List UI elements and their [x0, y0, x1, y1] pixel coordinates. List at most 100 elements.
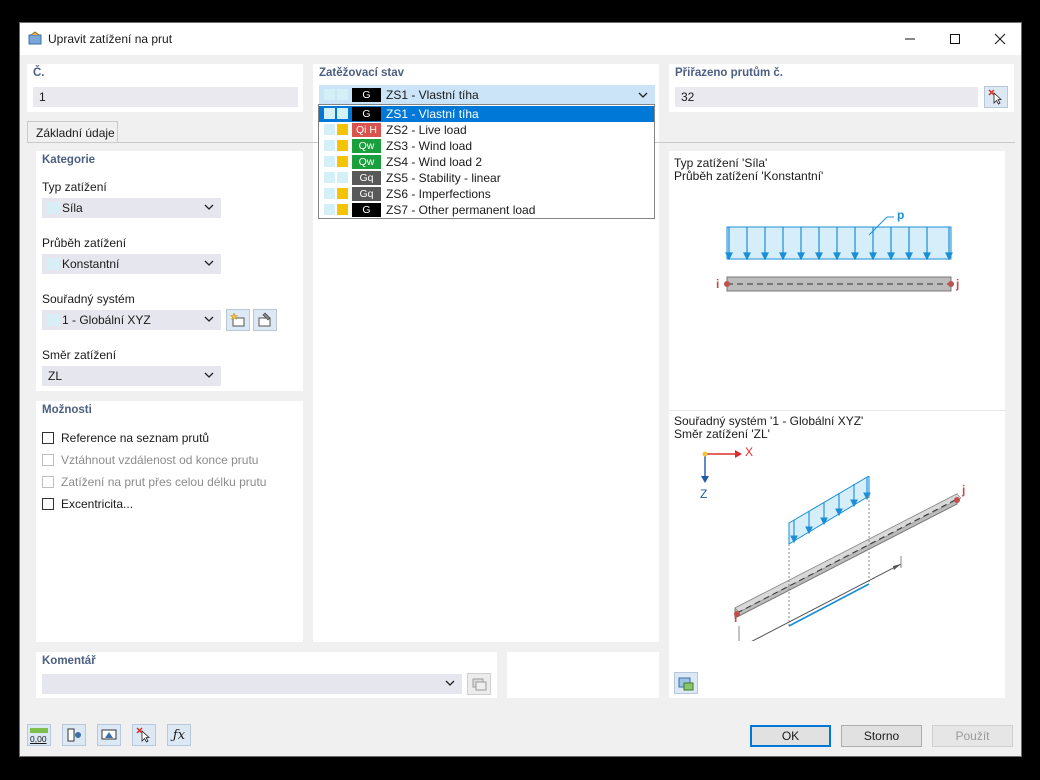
- color-swatch: [324, 108, 335, 119]
- checkbox-label: Vztáhnout vzdálenost od konce prutu: [61, 453, 259, 467]
- preview-panel: Typ zatížení 'Síla' Průběh zatížení 'Kon…: [669, 151, 1005, 698]
- axis-z-label: Z: [700, 487, 708, 501]
- color-swatch: [47, 202, 59, 214]
- cancel-button[interactable]: Storno: [841, 725, 922, 747]
- dialog-window: Upravit zatížení na prut Č. 1 Zatěžovací…: [19, 22, 1022, 757]
- maximize-button[interactable]: [932, 23, 977, 55]
- member-3d-diagram: [734, 476, 962, 641]
- checkbox-eccentricity[interactable]: [42, 498, 54, 510]
- info-icon: [67, 728, 81, 742]
- load-case-option[interactable]: G ZS1 - Vlastní tíha: [319, 106, 654, 122]
- category-badge: G: [352, 88, 381, 102]
- checkbox-label: Zatížení na prut přes celou délku prutu: [61, 475, 267, 489]
- load-case-option[interactable]: Gq ZS5 - Stability - linear: [319, 170, 654, 186]
- color-swatch: [337, 204, 348, 215]
- select-cursor-icon: [988, 89, 1003, 105]
- load-case-selected-text: ZS1 - Vlastní tíha: [386, 88, 479, 102]
- chevron-down-icon: [204, 316, 214, 322]
- tab-basic-data[interactable]: Základní údaje: [27, 121, 118, 143]
- comment-library-button[interactable]: [467, 673, 491, 695]
- empty-panel: [507, 652, 659, 698]
- load-case-option[interactable]: Qw ZS4 - Wind load 2: [319, 154, 654, 170]
- color-swatch: [337, 172, 348, 183]
- distribution-value: Konstantní: [62, 257, 120, 271]
- direction-select[interactable]: ZL: [42, 366, 221, 386]
- info-button[interactable]: [62, 724, 86, 746]
- view-button[interactable]: [97, 724, 121, 746]
- chevron-down-icon: [638, 92, 648, 98]
- assigned-panel: Přiřazeno prutům č. 32: [669, 64, 1014, 112]
- checkbox-relative-distance[interactable]: [42, 454, 54, 466]
- category-badge: Qi H: [352, 123, 381, 137]
- node-label-j-3d: j: [962, 483, 966, 497]
- color-swatch: [324, 156, 335, 167]
- apply-button[interactable]: Použít: [932, 725, 1013, 747]
- load-case-select[interactable]: G ZS1 - Vlastní tíha: [319, 85, 655, 105]
- number-label: Č.: [33, 67, 45, 79]
- close-button[interactable]: [977, 23, 1022, 55]
- color-swatch: [324, 140, 335, 151]
- color-swatch: [324, 172, 335, 183]
- axis-x-label: X: [745, 445, 754, 459]
- load-case-option[interactable]: Gq ZS6 - Imperfections: [319, 186, 654, 202]
- load-case-option[interactable]: G ZS7 - Other permanent load: [319, 202, 654, 218]
- assigned-label: Přiřazeno prutům č.: [675, 67, 783, 79]
- color-swatch: [337, 140, 348, 151]
- comment-header: Komentář: [42, 655, 96, 667]
- load-case-option-text: ZS2 - Live load: [386, 123, 467, 137]
- category-badge: Qw: [352, 139, 381, 153]
- category-badge: Gq: [352, 171, 381, 185]
- checkbox-member-list[interactable]: [42, 432, 54, 444]
- comment-input[interactable]: [42, 674, 462, 694]
- load-case-option-text: ZS7 - Other permanent load: [386, 203, 536, 217]
- new-item-icon: [230, 312, 245, 327]
- coord-system-label: Souřadný systém: [42, 292, 135, 306]
- checkbox-full-length[interactable]: [42, 476, 54, 488]
- copy-icon: [472, 678, 487, 691]
- edit-coord-system-button[interactable]: [253, 309, 277, 331]
- load-case-option-text: ZS6 - Imperfections: [386, 187, 491, 201]
- number-field[interactable]: 1: [33, 87, 298, 107]
- color-swatch: [324, 124, 335, 135]
- chevron-down-icon: [204, 372, 214, 378]
- preview-direction-text: Směr zatížení 'ZL': [674, 427, 770, 441]
- category-badge: Gq: [352, 187, 381, 201]
- assigned-members-field[interactable]: 32: [675, 87, 978, 107]
- app-icon: [28, 31, 42, 45]
- color-swatch: [337, 89, 348, 100]
- view-options-icon: [678, 677, 694, 691]
- ok-button[interactable]: OK: [750, 725, 831, 747]
- category-badge: Qw: [352, 155, 381, 169]
- coord-system-value: 1 - Globální XYZ: [62, 313, 151, 327]
- pick-members-button[interactable]: [984, 86, 1008, 108]
- title-bar: Upravit zatížení na prut: [20, 23, 1021, 55]
- select-button[interactable]: [132, 724, 156, 746]
- load-case-option[interactable]: Qw ZS3 - Wind load: [319, 138, 654, 154]
- function-icon: ƒx: [172, 727, 186, 743]
- units-button[interactable]: 0,00: [27, 724, 51, 746]
- units-icon-text: 0,00: [30, 734, 47, 744]
- color-swatch: [337, 108, 348, 119]
- color-swatch: [47, 258, 59, 270]
- chevron-down-icon: [445, 680, 455, 686]
- node-label-j: j: [956, 277, 960, 291]
- category-badge: G: [352, 107, 381, 121]
- minimize-button[interactable]: [887, 23, 932, 55]
- options-panel: Možnosti Reference na seznam prutů Vztáh…: [36, 401, 303, 642]
- coord-system-select[interactable]: 1 - Globální XYZ: [42, 310, 221, 330]
- color-swatch: [47, 314, 59, 326]
- preview-settings-button[interactable]: [674, 672, 698, 694]
- load-type-select[interactable]: Síla: [42, 198, 221, 218]
- distribution-select[interactable]: Konstantní: [42, 254, 221, 274]
- load-case-label: Zatěžovací stav: [319, 67, 405, 79]
- function-button[interactable]: ƒx: [167, 724, 191, 746]
- load-type-value: Síla: [62, 201, 83, 215]
- load-case-option-text: ZS4 - Wind load 2: [386, 155, 483, 169]
- category-panel: Kategorie Typ zatížení Síla Průběh zatíž…: [36, 151, 303, 391]
- new-coord-system-button[interactable]: [226, 309, 250, 331]
- direction-value: ZL: [48, 369, 63, 383]
- load-case-option[interactable]: Qi H ZS2 - Live load: [319, 122, 654, 138]
- maximize-icon: [949, 34, 960, 44]
- load-case-option-text: ZS5 - Stability - linear: [386, 171, 501, 185]
- comment-panel: Komentář: [36, 652, 497, 698]
